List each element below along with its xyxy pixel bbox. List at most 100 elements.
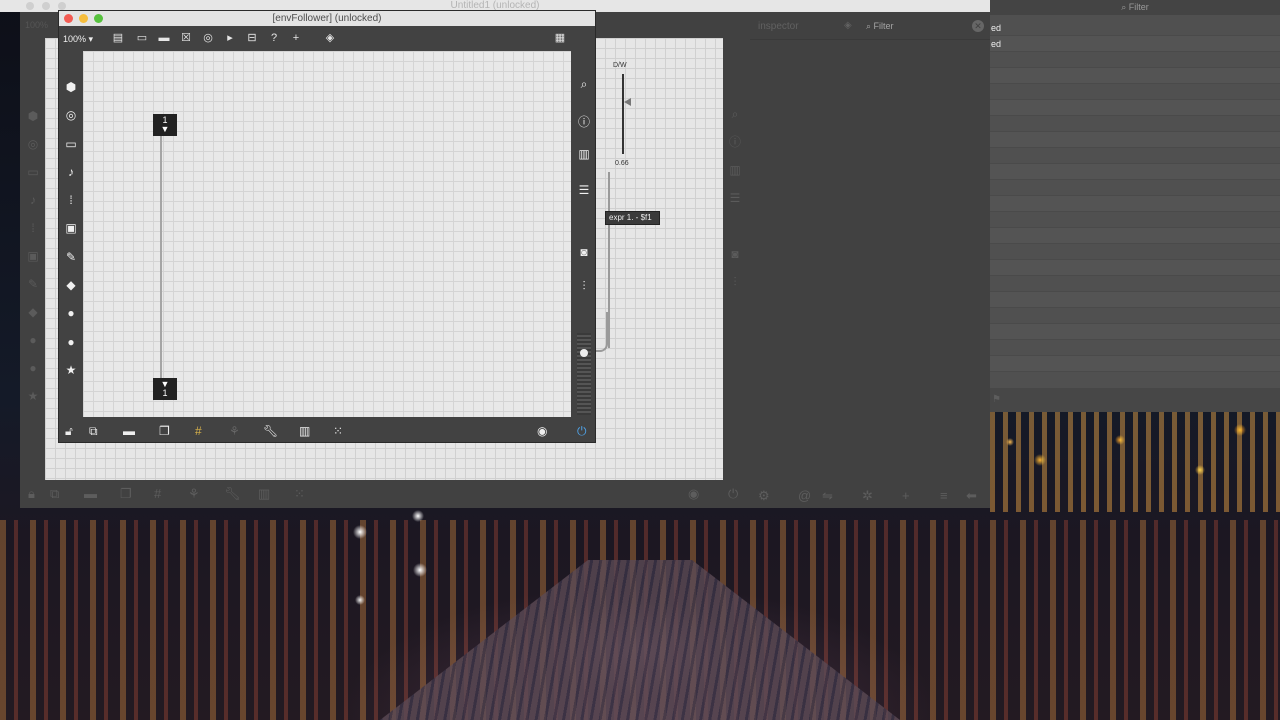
outlet-object[interactable]: ▼ 1 — [153, 378, 177, 400]
background-maximize-button[interactable] — [58, 2, 66, 10]
level-meter-knob[interactable] — [580, 349, 588, 357]
power-icon[interactable]: ⏻ — [577, 424, 587, 439]
wrench-icon[interactable]: 🔧︎ — [263, 424, 278, 438]
camera-icon[interactable]: ◙ — [726, 240, 744, 268]
list-item[interactable] — [990, 100, 1280, 116]
presentation-icon[interactable]: ⧉ — [89, 424, 98, 439]
slider-icon[interactable]: ⊟ — [245, 31, 259, 45]
snap-icon[interactable]: ⚘ — [229, 424, 240, 438]
info-icon[interactable]: ⓘ — [726, 128, 744, 156]
list-item[interactable] — [990, 180, 1280, 196]
cube-icon[interactable]: ⬢ — [61, 73, 81, 101]
toggle-icon[interactable]: ☒ — [179, 31, 193, 45]
power-icon[interactable]: ⏻ — [728, 486, 738, 502]
plus-icon[interactable]: + — [902, 488, 910, 503]
mixer-icon[interactable]: ⫶ — [726, 268, 744, 296]
list-item[interactable] — [990, 68, 1280, 84]
list-item[interactable] — [990, 116, 1280, 132]
mixer-icon[interactable]: ⫶ — [573, 279, 595, 294]
list-item[interactable] — [990, 308, 1280, 324]
plug-icon[interactable]: ◆ — [24, 298, 42, 326]
minimize-button[interactable] — [79, 14, 88, 23]
list-item[interactable]: ed — [990, 36, 1280, 52]
list-icon[interactable]: ☰ — [573, 183, 595, 197]
target-icon[interactable]: ◎ — [61, 101, 81, 129]
target-icon[interactable]: ◎ — [24, 130, 42, 158]
dw-slider[interactable] — [622, 74, 624, 154]
dw-slider-handle[interactable] — [624, 98, 631, 106]
list-item[interactable] — [990, 260, 1280, 276]
list-item[interactable] — [990, 84, 1280, 100]
list-item[interactable] — [990, 52, 1280, 68]
inlet-object[interactable]: 1 ▼ — [153, 114, 177, 136]
note-icon[interactable]: ♪ — [61, 158, 81, 186]
add-icon[interactable]: + — [289, 31, 303, 45]
comment-box-icon[interactable]: ▬ — [157, 31, 171, 45]
image-icon[interactable]: ▣ — [24, 242, 42, 270]
flag-icon[interactable]: ⚑ — [992, 394, 1001, 405]
layers-icon[interactable]: ❐ — [159, 424, 170, 438]
list-item[interactable] — [990, 164, 1280, 180]
lock-icon[interactable]: 🔒︎ — [28, 486, 35, 502]
play-icon[interactable]: ◉ — [688, 486, 699, 502]
note-icon[interactable]: ♪ — [24, 186, 42, 214]
list-item[interactable] — [990, 244, 1280, 260]
list-item[interactable] — [990, 228, 1280, 244]
close-button[interactable] — [64, 14, 73, 23]
background-minimize-button[interactable] — [42, 2, 50, 10]
matrix-icon[interactable]: ⁙ — [294, 486, 305, 502]
comment-icon[interactable]: ▬ — [123, 424, 135, 438]
clear-filter-icon[interactable]: ✕ — [972, 20, 984, 32]
pin-icon[interactable]: ● — [61, 299, 81, 327]
list-item[interactable] — [990, 276, 1280, 292]
grid-view-icon[interactable]: ▦ — [553, 31, 567, 45]
matrix-icon[interactable]: ⁙ — [333, 424, 343, 438]
badge-icon[interactable]: ● — [24, 354, 42, 382]
lock-icon[interactable]: 🔓︎ — [65, 424, 73, 439]
sequence-icon[interactable]: ⁞ — [61, 186, 81, 214]
message-icon[interactable]: ▭ — [135, 31, 149, 45]
new-object-icon[interactable]: ▤ — [111, 31, 125, 45]
maximize-button[interactable] — [94, 14, 103, 23]
cube-icon[interactable]: ⬢ — [24, 102, 42, 130]
list-item[interactable] — [990, 356, 1280, 372]
right-filter-field[interactable]: ⌕ Filter — [990, 0, 1280, 15]
list-item[interactable]: ed — [990, 20, 1280, 36]
snowflake-icon[interactable]: ✲ — [862, 488, 873, 504]
list-item[interactable] — [990, 212, 1280, 228]
at-icon[interactable]: @ — [798, 488, 811, 503]
patch-cord[interactable] — [160, 136, 162, 378]
grid-icon[interactable]: # — [154, 486, 161, 501]
list-item[interactable] — [990, 324, 1280, 340]
search-icon[interactable]: ⌕ — [726, 100, 744, 128]
patch-cord-bend[interactable] — [594, 312, 608, 352]
paperclip-icon[interactable]: ✎ — [24, 270, 42, 298]
bus-icon[interactable]: ▭ — [61, 130, 81, 158]
diamond-icon[interactable]: ◈ — [844, 20, 852, 31]
gear-icon[interactable]: ⚙ — [758, 488, 770, 504]
number-box-icon[interactable]: ▸ — [223, 31, 237, 45]
list-item[interactable] — [990, 132, 1280, 148]
list-icon[interactable]: ☰ — [726, 184, 744, 212]
back-arrow-icon[interactable]: ⬅ — [966, 488, 977, 504]
bus-icon[interactable]: ▭ — [24, 158, 42, 186]
level-meter[interactable] — [577, 333, 591, 415]
layers-icon[interactable]: ❐ — [120, 486, 132, 502]
wrench-icon[interactable]: 🔧︎ — [224, 486, 241, 502]
paperclip-icon[interactable]: ✎ — [61, 243, 81, 271]
env-window-titlebar[interactable]: [envFollower] (unlocked) — [59, 11, 595, 26]
env-zoom-dropdown[interactable]: 100% ▾ — [63, 34, 93, 45]
plug-icon[interactable]: ◆ — [61, 271, 81, 299]
columns-icon[interactable]: ▥ — [726, 156, 744, 184]
expr-object[interactable]: expr 1. - $f1 — [605, 211, 660, 225]
patch-cord[interactable] — [608, 172, 610, 348]
star-icon[interactable]: ★ — [61, 356, 81, 384]
pin-icon[interactable]: ● — [24, 326, 42, 354]
list-item[interactable] — [990, 340, 1280, 356]
list-item[interactable] — [990, 196, 1280, 212]
env-patcher-canvas[interactable]: 1 ▼ ▼ 1 — [83, 51, 571, 417]
button-icon[interactable]: ◎ — [201, 31, 215, 45]
background-close-button[interactable] — [26, 2, 34, 10]
sliders-icon[interactable]: ⇋ — [822, 488, 833, 504]
presentation-icon[interactable]: ⧉ — [50, 486, 59, 502]
